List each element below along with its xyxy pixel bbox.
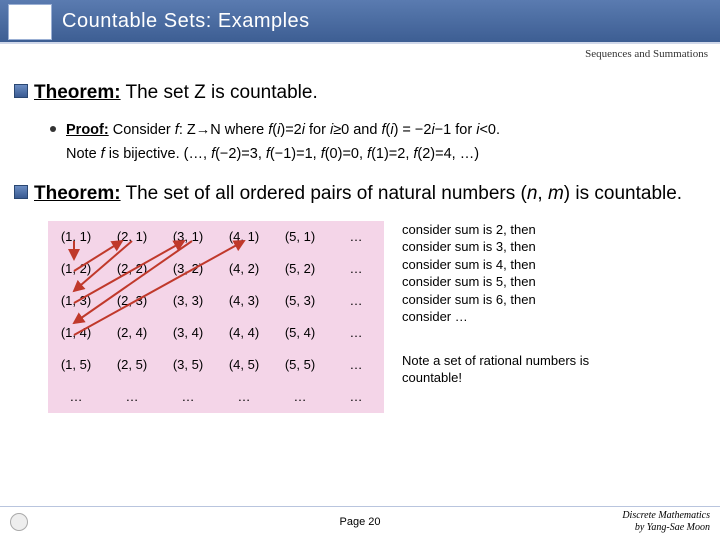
proof-1-text: Proof: Consider f: Z→N where f(i)=2i for… <box>66 118 500 167</box>
side-notes: consider sum is 2, then consider sum is … <box>402 221 602 413</box>
enumeration-note: consider sum is 2, then consider sum is … <box>402 221 602 326</box>
pair-cell: (3, 4) <box>160 317 216 349</box>
pair-cell: (5, 5) <box>272 349 328 381</box>
pair-cell: (4, 4) <box>216 317 272 349</box>
pair-cell: (4, 3) <box>216 285 272 317</box>
table-row: (1, 4)(2, 4)(3, 4)(4, 4)(5, 4)… <box>48 317 384 349</box>
pair-cell: (3, 3) <box>160 285 216 317</box>
sub-bullet-icon <box>50 126 56 132</box>
pair-cell: (2, 5) <box>104 349 160 381</box>
pair-cell: … <box>216 381 272 413</box>
pair-cell: … <box>328 253 384 285</box>
pair-cell: (4, 1) <box>216 221 272 253</box>
theorem-1-text: Theorem: The set Z is countable. <box>34 80 318 106</box>
proof-1: Proof: Consider f: Z→N where f(i)=2i for… <box>50 118 706 167</box>
footer: Page 20 Discrete Mathematics by Yang-Sae… <box>0 506 720 536</box>
pair-cell: … <box>328 349 384 381</box>
pair-cell: … <box>328 285 384 317</box>
bullet-icon <box>14 185 28 199</box>
pair-cell: … <box>160 381 216 413</box>
pair-cell: (2, 2) <box>104 253 160 285</box>
pairs-grid-wrap: (1, 1)(2, 1)(3, 1)(4, 1)(5, 1)…(1, 2)(2,… <box>48 221 384 413</box>
table-row: (1, 3)(2, 3)(3, 3)(4, 3)(5, 3)… <box>48 285 384 317</box>
pair-cell: (1, 3) <box>48 285 104 317</box>
page-number: Page 20 <box>340 516 381 528</box>
pair-cell: (3, 5) <box>160 349 216 381</box>
pair-cell: (1, 5) <box>48 349 104 381</box>
table-row: (1, 1)(2, 1)(3, 1)(4, 1)(5, 1)… <box>48 221 384 253</box>
pair-cell: (1, 1) <box>48 221 104 253</box>
university-logo-icon <box>10 513 28 531</box>
pair-cell: (2, 3) <box>104 285 160 317</box>
pair-cell: (2, 4) <box>104 317 160 349</box>
pair-cell: (4, 2) <box>216 253 272 285</box>
pair-cell: (3, 1) <box>160 221 216 253</box>
table-row: (1, 5)(2, 5)(3, 5)(4, 5)(5, 5)… <box>48 349 384 381</box>
pair-cell: … <box>48 381 104 413</box>
pair-cell: … <box>272 381 328 413</box>
pair-cell: (4, 5) <box>216 349 272 381</box>
pair-cell: … <box>328 381 384 413</box>
rationals-countable-note: Note a set of rational numbers is counta… <box>402 352 602 387</box>
table-row: (1, 2)(2, 2)(3, 2)(4, 2)(5, 2)… <box>48 253 384 285</box>
pairs-table: (1, 1)(2, 1)(3, 1)(4, 1)(5, 1)…(1, 2)(2,… <box>48 221 384 413</box>
pair-cell: (1, 2) <box>48 253 104 285</box>
theorem-2: Theorem: The set of all ordered pairs of… <box>14 181 706 207</box>
pair-cell: (5, 4) <box>272 317 328 349</box>
theorem-2-text: Theorem: The set of all ordered pairs of… <box>34 181 682 207</box>
pair-cell: (3, 2) <box>160 253 216 285</box>
pair-cell: (5, 3) <box>272 285 328 317</box>
pair-cell: (5, 2) <box>272 253 328 285</box>
pair-cell: (5, 1) <box>272 221 328 253</box>
pair-cell: (1, 4) <box>48 317 104 349</box>
slide-title: Countable Sets: Examples <box>62 10 310 33</box>
footer-credit: Discrete Mathematics by Yang-Sae Moon <box>622 510 710 534</box>
theorem-1: Theorem: The set Z is countable. <box>14 80 706 106</box>
pair-cell: (2, 1) <box>104 221 160 253</box>
pair-cell: … <box>328 317 384 349</box>
slide-content: Theorem: The set Z is countable. Proof: … <box>0 44 720 413</box>
pair-cell: … <box>328 221 384 253</box>
table-row: ……………… <box>48 381 384 413</box>
bullet-icon <box>14 84 28 98</box>
pair-cell: … <box>104 381 160 413</box>
title-bar: Countable Sets: Examples <box>0 0 720 44</box>
pairs-section: (1, 1)(2, 1)(3, 1)(4, 1)(5, 1)…(1, 2)(2,… <box>14 221 706 413</box>
slide-logo-icon <box>8 4 52 40</box>
section-subtitle: Sequences and Summations <box>585 48 708 60</box>
